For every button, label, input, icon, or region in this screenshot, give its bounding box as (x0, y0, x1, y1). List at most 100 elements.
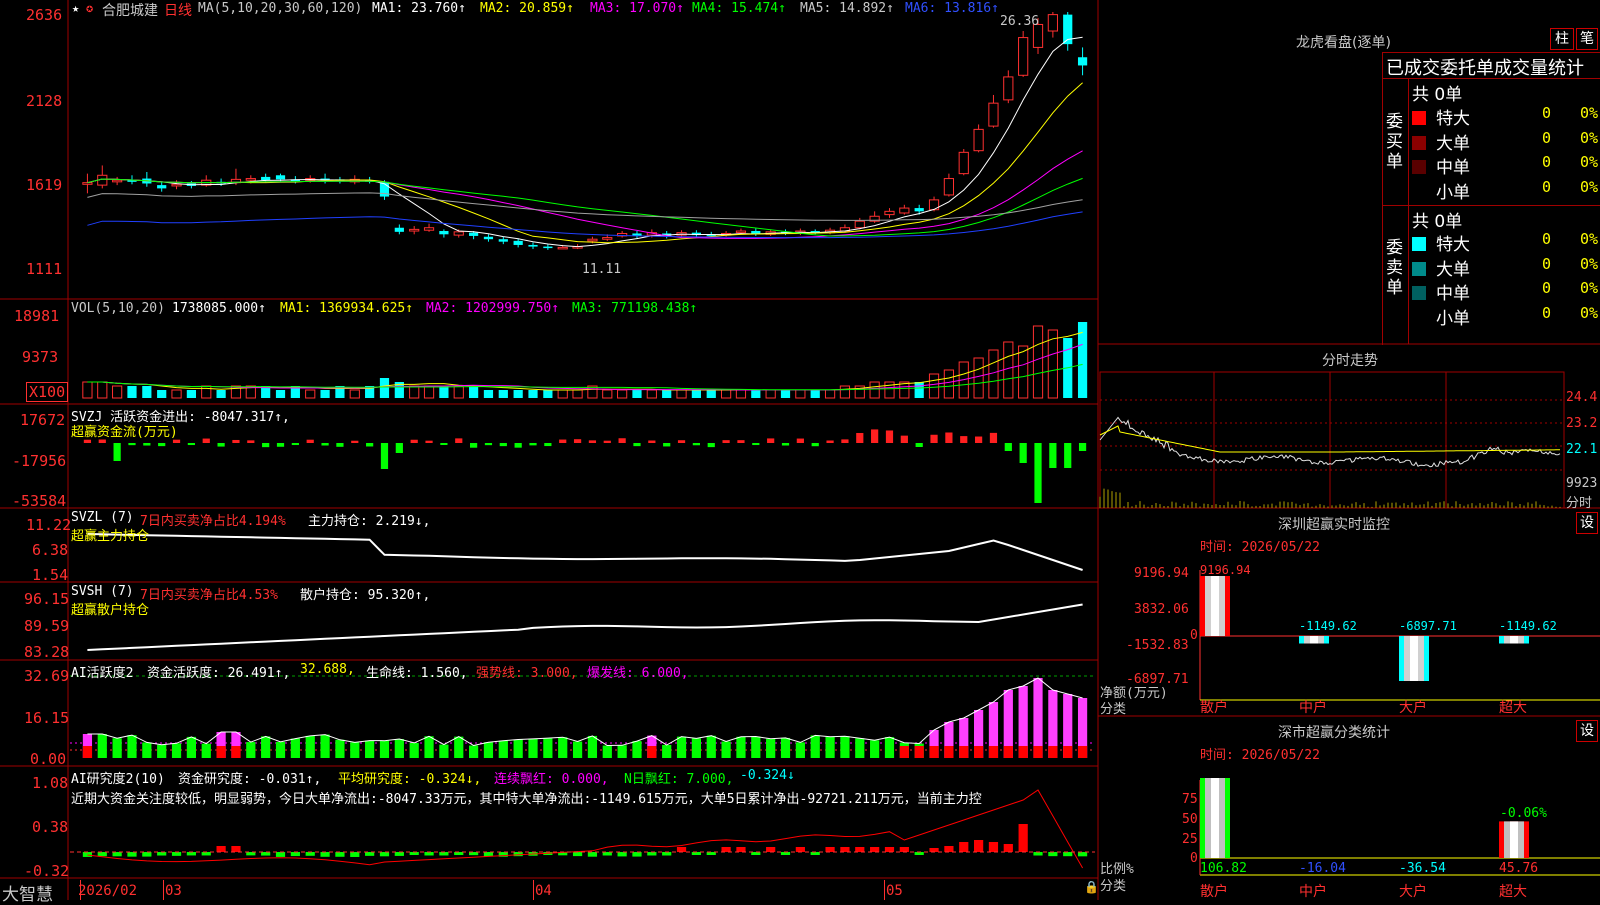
ma-lines (87, 36, 1083, 248)
research-bar (587, 852, 598, 857)
activity-bar (780, 737, 791, 758)
activity-base-bar (914, 746, 924, 758)
svzj-bar (796, 438, 804, 443)
research-bar (365, 852, 375, 856)
main-chart-canvas[interactable]: 9196.94散户-1149.62中户-6897.71大户-1149.62超大 … (0, 0, 1600, 900)
order-row: 大单 0 0% (1412, 129, 1598, 154)
order-percent: 0% (1580, 128, 1599, 147)
activity-bar (290, 738, 300, 758)
svzj-bar (752, 443, 760, 446)
svzj-bar (262, 443, 270, 448)
activity-bar (201, 743, 211, 758)
svzj-bar (707, 443, 715, 448)
order-label: 中单 (1436, 284, 1470, 304)
bar-mode-button[interactable]: 柱 (1550, 28, 1574, 50)
svzj-bar (469, 443, 478, 448)
svzj-bar (559, 439, 567, 443)
monitor-category-1: 散户 (1200, 699, 1228, 716)
activity-bar (855, 738, 865, 758)
candle-body (602, 237, 613, 240)
volume-bar (751, 390, 761, 398)
lock-icon[interactable]: 🔒 (1084, 880, 1099, 894)
svzj-bars (83, 429, 1087, 503)
order-count: 0 (1542, 177, 1552, 196)
svzj-bar (871, 429, 879, 443)
sell-side-label: 委卖单 (1386, 238, 1403, 298)
ma4-value: MA4: 15.474↑ (692, 1, 786, 16)
stats-title: 深市超赢分类统计 (1278, 725, 1390, 741)
candle-body (854, 220, 865, 229)
volume-bar (1018, 345, 1029, 399)
intra-axis-vol: 9923 (1566, 476, 1598, 491)
activity-base-bar (1003, 746, 1013, 758)
stats-settings-button[interactable]: 设 (1576, 720, 1598, 742)
brand-logo[interactable]: 大智慧 (2, 880, 53, 905)
star-icon[interactable]: ★ (72, 1, 79, 15)
research-bar (944, 846, 954, 852)
act-v5: 爆发线: 6.000, (587, 666, 689, 681)
period-label[interactable]: 日线 (164, 0, 192, 20)
date-label-1: 2026/02 (78, 883, 138, 899)
stock-name[interactable]: 合肥城建 (102, 0, 158, 20)
svzj-bar (440, 443, 448, 445)
svzl-axis-mid: 6.38 (32, 541, 69, 559)
svzj-bar (885, 430, 894, 443)
stats-bar-4 (1499, 821, 1529, 858)
monitor-settings-button[interactable]: 设 (1576, 512, 1598, 534)
order-color-swatch (1412, 111, 1426, 125)
candle-body (275, 175, 286, 180)
svzj-bar (1034, 443, 1042, 503)
monitor-axis-1: 9196.94 (1134, 566, 1189, 581)
monitor-value-label-1: 9196.94 (1200, 563, 1251, 577)
activity-bar (483, 742, 494, 758)
tick-mode-button[interactable]: 笔 (1576, 28, 1598, 50)
date-label-3: 04 (535, 883, 552, 899)
volume-bar (423, 385, 435, 399)
svzj-bar (425, 440, 433, 443)
activity-bar (884, 737, 895, 758)
research-bar (142, 852, 152, 857)
svzj-bar (974, 436, 983, 443)
candle-body (157, 185, 167, 189)
buy-side-label: 委买单 (1386, 112, 1403, 172)
vol-label: VOL(5,10,20) (71, 301, 165, 316)
order-percent: 0% (1580, 153, 1599, 171)
svzj-bar (113, 443, 121, 461)
high-marker: 26.36 (1000, 14, 1040, 29)
activity-base-bar (1048, 746, 1058, 758)
candle-body (439, 231, 449, 235)
activity-base-bar (231, 746, 241, 758)
svsh-axis-bottom: 83.28 (24, 643, 70, 661)
price-axis-bottom: 1111 (26, 260, 63, 278)
candle-body (171, 183, 182, 187)
date-tick-2 (163, 880, 164, 900)
monitor-bar-4 (1499, 636, 1529, 644)
volume-bar (171, 389, 182, 399)
activity-base-bar (1018, 746, 1028, 758)
intraday-frame (1099, 371, 1565, 509)
volume-bar (201, 385, 212, 399)
research-bar (959, 842, 969, 852)
research-bar (439, 852, 449, 856)
volume-bar (914, 382, 924, 398)
order-count: 0 (1542, 153, 1552, 171)
activity-bar (112, 738, 122, 758)
volume-bar (453, 385, 464, 399)
svzj-bar (321, 443, 329, 446)
svzj-bar (143, 443, 151, 446)
svzj-bar (380, 443, 389, 469)
low-marker: 11.11 (582, 262, 622, 277)
research-bar (379, 852, 390, 857)
svzj-bar (618, 438, 626, 443)
alert-icon[interactable]: ✪ (86, 1, 93, 15)
svzj-bar (351, 440, 359, 443)
research-bar (1033, 852, 1043, 856)
svzj-bar (232, 439, 240, 443)
activity-base-bar (82, 746, 93, 758)
order-color-swatch (1412, 135, 1426, 150)
activity-bar (870, 740, 880, 758)
activity-base-bar (944, 746, 954, 758)
svzj-bar (900, 435, 908, 443)
stats-cat-label: 分类 (1100, 879, 1127, 894)
research-bar (335, 852, 345, 857)
